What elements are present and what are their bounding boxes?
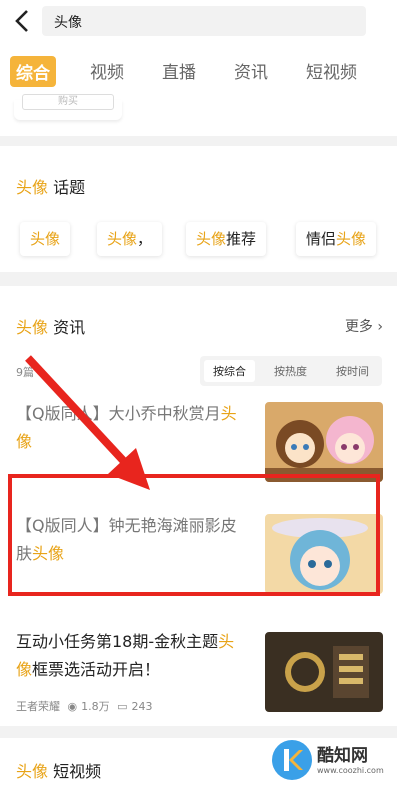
annotation-arrow xyxy=(25,355,150,490)
watermark-logo: 酷知网 www.coozhi.com xyxy=(271,739,389,781)
